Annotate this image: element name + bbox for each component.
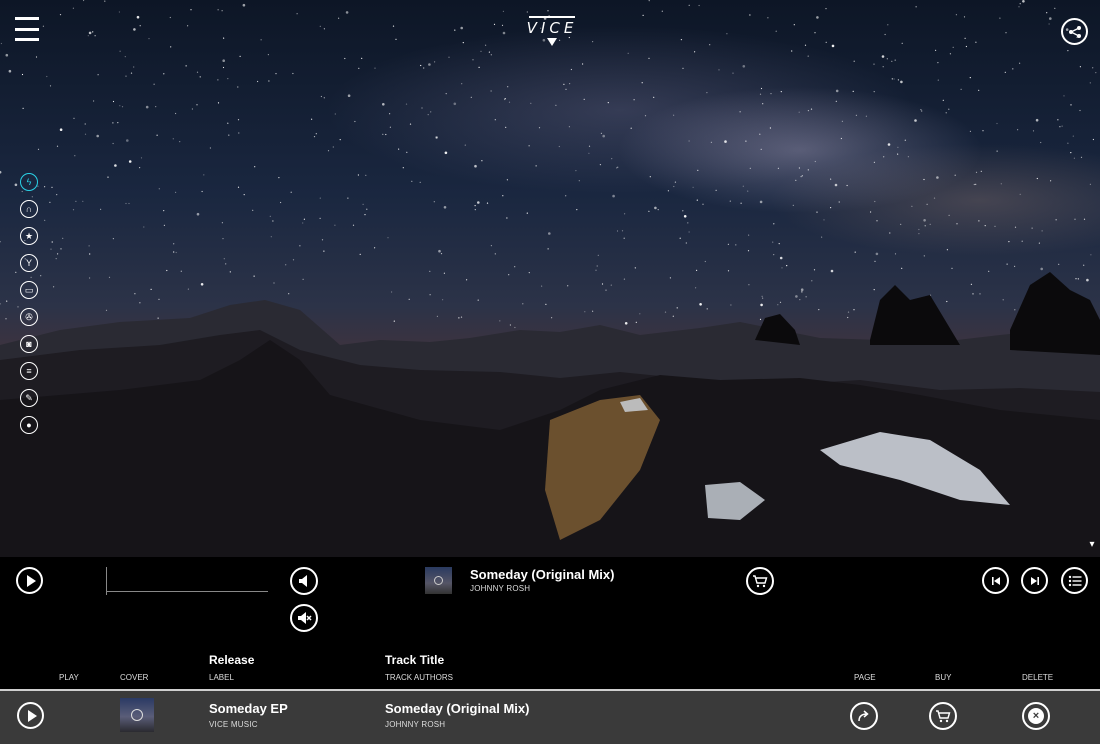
cart-icon: [753, 575, 768, 588]
header-page: PAGE: [854, 673, 876, 682]
mute-icon: [298, 612, 312, 624]
progress-track[interactable]: [106, 567, 270, 595]
row-label: VICE MUSIC: [209, 720, 258, 729]
row-delete-button[interactable]: ×: [1022, 702, 1050, 730]
row-release[interactable]: Someday EP: [209, 701, 288, 716]
volume-button[interactable]: [290, 567, 318, 595]
pencil-icon[interactable]: ✎: [20, 389, 38, 407]
record-icon[interactable]: ●: [20, 416, 38, 434]
now-playing-artist: JOHNNY ROSH: [470, 584, 531, 593]
row-track-authors: JOHNNY ROSH: [385, 720, 446, 729]
camera-icon[interactable]: ◙: [20, 335, 38, 353]
headphones-icon[interactable]: ∩: [20, 200, 38, 218]
app-stage: VICE ϟ ∩ ★ Y ▭ ✇ ◙ ≡ ✎ ● ▾ Someday (Original Mix)…: [0, 0, 1100, 744]
mute-button[interactable]: [290, 604, 318, 632]
logo-text: VICE: [526, 19, 578, 37]
cart-icon: [936, 710, 951, 723]
ticket-icon[interactable]: ▭: [20, 281, 38, 299]
list-icon[interactable]: ≡: [20, 362, 38, 380]
hero-background: VICE ϟ ∩ ★ Y ▭ ✇ ◙ ≡ ✎ ● ▾: [0, 0, 1100, 557]
table-row[interactable]: Someday EP VICE MUSIC Someday (Original …: [0, 689, 1100, 744]
next-track-button[interactable]: [1021, 567, 1048, 594]
row-track-title[interactable]: Someday (Original Mix): [385, 701, 529, 716]
now-playing-title: Someday (Original Mix): [470, 567, 615, 582]
cocktail-icon[interactable]: Y: [20, 254, 38, 272]
header-buy: BUY: [935, 673, 952, 682]
header-release: Release: [209, 653, 255, 667]
mountain-landscape: [0, 272, 1100, 557]
header-cover: COVER: [120, 673, 149, 682]
film-camera-icon[interactable]: ✇: [20, 308, 38, 326]
vice-logo[interactable]: VICE: [524, 10, 580, 52]
previous-icon: [991, 576, 1000, 585]
lightning-icon[interactable]: ϟ: [20, 173, 38, 191]
star-icon[interactable]: ★: [20, 227, 38, 245]
header-delete: DELETE: [1022, 673, 1054, 682]
speaker-icon: [299, 575, 307, 587]
buy-cart-button[interactable]: [746, 567, 774, 595]
hamburger-menu-icon[interactable]: [14, 17, 40, 41]
list-icon: [1068, 575, 1081, 586]
delete-icon: ×: [1028, 708, 1044, 724]
now-playing-cover: [425, 567, 452, 594]
logo-triangle-icon: [547, 38, 557, 46]
header-track-authors: TRACK AUTHORS: [385, 673, 454, 682]
collapse-chevron-icon[interactable]: ▾: [1085, 537, 1099, 551]
row-play-button[interactable]: [17, 702, 44, 729]
previous-track-button[interactable]: [982, 567, 1009, 594]
share-arrow-icon: [858, 710, 869, 722]
header-play: PLAY: [59, 673, 79, 682]
next-icon: [1030, 576, 1039, 585]
row-buy-button[interactable]: [929, 702, 957, 730]
play-icon: [26, 574, 36, 587]
header-track-title: Track Title: [385, 653, 445, 667]
row-cover-image[interactable]: [120, 698, 154, 732]
play-icon: [27, 709, 37, 722]
header-label: LABEL: [209, 673, 234, 682]
row-page-button[interactable]: [850, 702, 878, 730]
playlist-button[interactable]: [1061, 567, 1088, 594]
play-button[interactable]: [16, 567, 43, 594]
share-icon[interactable]: [1061, 18, 1088, 45]
